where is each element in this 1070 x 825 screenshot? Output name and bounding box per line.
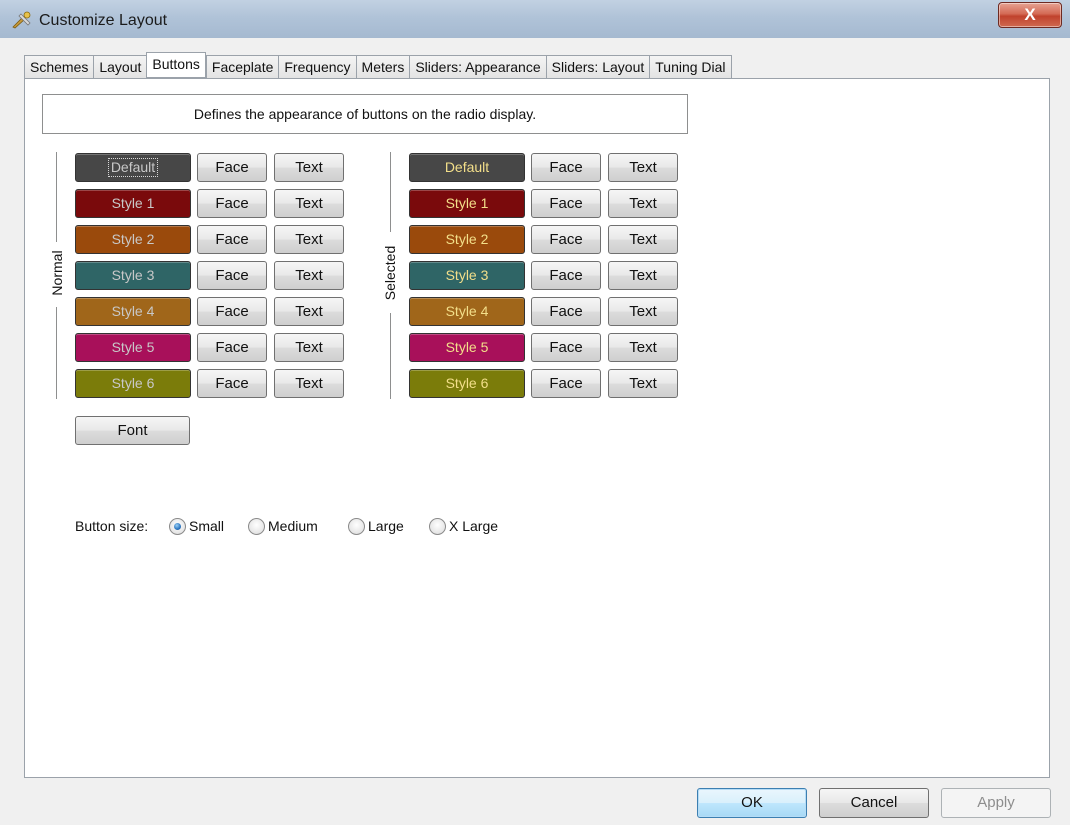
selected-style-button-style-1[interactable]: Style 1 (409, 189, 525, 218)
style-button-label: Default (444, 159, 490, 175)
selected-text-button[interactable]: Text (608, 369, 678, 398)
close-button[interactable]: X (998, 2, 1062, 28)
tab-faceplate[interactable]: Faceplate (205, 55, 279, 78)
font-button[interactable]: Font (75, 416, 190, 445)
normal-face-button[interactable]: Face (197, 261, 267, 290)
style-button-label: Style 6 (111, 375, 155, 391)
radio-indicator[interactable] (248, 517, 265, 535)
normal-style-button-style-1[interactable]: Style 1 (75, 189, 191, 218)
normal-style-button-style-5[interactable]: Style 5 (75, 333, 191, 362)
normal-text-button[interactable]: Text (274, 333, 344, 362)
button-size-small-radio[interactable]: Small (169, 515, 224, 537)
button-size-large-radio[interactable]: Large (348, 515, 404, 537)
normal-group-line-top (56, 152, 57, 242)
normal-face-button[interactable]: Face (197, 153, 267, 182)
selected-group-line-top (390, 152, 391, 232)
normal-face-button[interactable]: Face (197, 297, 267, 326)
normal-text-button[interactable]: Text (274, 153, 344, 182)
app-icon (11, 11, 33, 29)
apply-button[interactable]: Apply (941, 788, 1051, 818)
normal-style-button-default[interactable]: Default (75, 153, 191, 182)
selected-text-button[interactable]: Text (608, 153, 678, 182)
selected-text-button[interactable]: Text (608, 189, 678, 218)
selected-text-button[interactable]: Text (608, 297, 678, 326)
tab-sliders-appearance[interactable]: Sliders: Appearance (409, 55, 546, 78)
selected-text-button[interactable]: Text (608, 261, 678, 290)
style-button-label: Style 2 (445, 231, 489, 247)
radio-label: Medium (268, 518, 318, 534)
selected-style-button-style-5[interactable]: Style 5 (409, 333, 525, 362)
customize-layout-window: Customize Layout X Schemes Layout Buttons F… (0, 0, 1070, 825)
style-button-label: Default (107, 158, 159, 177)
normal-style-button-style-3[interactable]: Style 3 (75, 261, 191, 290)
ok-button[interactable]: OK (697, 788, 807, 818)
cancel-button[interactable]: Cancel (819, 788, 929, 818)
selected-style-button-style-3[interactable]: Style 3 (409, 261, 525, 290)
selected-face-button[interactable]: Face (531, 297, 601, 326)
selected-style-button-default[interactable]: Default (409, 153, 525, 182)
tab-layout[interactable]: Layout (93, 55, 147, 78)
style-button-label: Style 3 (445, 267, 489, 283)
style-button-label: Style 5 (445, 339, 489, 355)
close-icon: X (1024, 5, 1036, 24)
selected-face-button[interactable]: Face (531, 225, 601, 254)
radio-indicator[interactable] (348, 517, 365, 535)
selected-face-button[interactable]: Face (531, 333, 601, 362)
style-button-label: Style 6 (445, 375, 489, 391)
normal-text-button[interactable]: Text (274, 189, 344, 218)
selected-text-button[interactable]: Text (608, 333, 678, 362)
buttons-tab-panel: Defines the appearance of buttons on the… (24, 78, 1050, 778)
tab-sliders-layout[interactable]: Sliders: Layout (545, 55, 650, 78)
normal-text-button[interactable]: Text (274, 225, 344, 254)
tab-schemes[interactable]: Schemes (24, 55, 94, 78)
style-button-label: Style 5 (111, 339, 155, 355)
normal-style-button-style-6[interactable]: Style 6 (75, 369, 191, 398)
selected-group-line-bottom (390, 313, 391, 399)
selected-style-button-style-6[interactable]: Style 6 (409, 369, 525, 398)
normal-group-label: Normal (49, 243, 65, 303)
tab-tuning-dial[interactable]: Tuning Dial (649, 55, 732, 78)
style-button-label: Style 1 (111, 195, 155, 211)
tab-meters[interactable]: Meters (355, 55, 410, 78)
normal-text-button[interactable]: Text (274, 297, 344, 326)
normal-group-line-bottom (56, 307, 57, 399)
button-size-x-large-radio[interactable]: X Large (429, 515, 498, 537)
description-box: Defines the appearance of buttons on the… (42, 94, 688, 134)
selected-style-button-style-2[interactable]: Style 2 (409, 225, 525, 254)
style-button-label: Style 3 (111, 267, 155, 283)
style-button-label: Style 2 (111, 231, 155, 247)
button-size-label: Button size: (75, 518, 149, 534)
tab-frequency[interactable]: Frequency (278, 55, 356, 78)
selected-group-label: Selected (382, 239, 398, 307)
selected-face-button[interactable]: Face (531, 369, 601, 398)
tab-buttons[interactable]: Buttons (146, 52, 206, 78)
selected-text-button[interactable]: Text (608, 225, 678, 254)
normal-style-button-style-2[interactable]: Style 2 (75, 225, 191, 254)
normal-face-button[interactable]: Face (197, 333, 267, 362)
selected-style-button-style-4[interactable]: Style 4 (409, 297, 525, 326)
normal-text-button[interactable]: Text (274, 261, 344, 290)
normal-face-button[interactable]: Face (197, 225, 267, 254)
normal-text-button[interactable]: Text (274, 369, 344, 398)
selected-face-button[interactable]: Face (531, 261, 601, 290)
dialog-client-area: Schemes Layout Buttons Faceplate Frequency Me… (8, 38, 1062, 818)
style-button-label: Style 4 (111, 303, 155, 319)
button-size-medium-radio[interactable]: Medium (248, 515, 318, 537)
style-button-label: Style 1 (445, 195, 489, 211)
normal-face-button[interactable]: Face (197, 189, 267, 218)
selected-face-button[interactable]: Face (531, 153, 601, 182)
window-title: Customize Layout (39, 12, 168, 29)
title-bar[interactable]: Customize Layout X (0, 0, 1070, 38)
radio-indicator[interactable] (429, 517, 446, 535)
normal-face-button[interactable]: Face (197, 369, 267, 398)
selected-face-button[interactable]: Face (531, 189, 601, 218)
normal-style-button-style-4[interactable]: Style 4 (75, 297, 191, 326)
tab-strip: Schemes Layout Buttons Faceplate Frequency Me… (24, 52, 732, 78)
radio-label: Large (368, 518, 404, 534)
radio-label: X Large (449, 518, 499, 534)
radio-indicator[interactable] (169, 517, 186, 535)
style-button-label: Style 4 (445, 303, 489, 319)
radio-label: Small (189, 518, 225, 534)
